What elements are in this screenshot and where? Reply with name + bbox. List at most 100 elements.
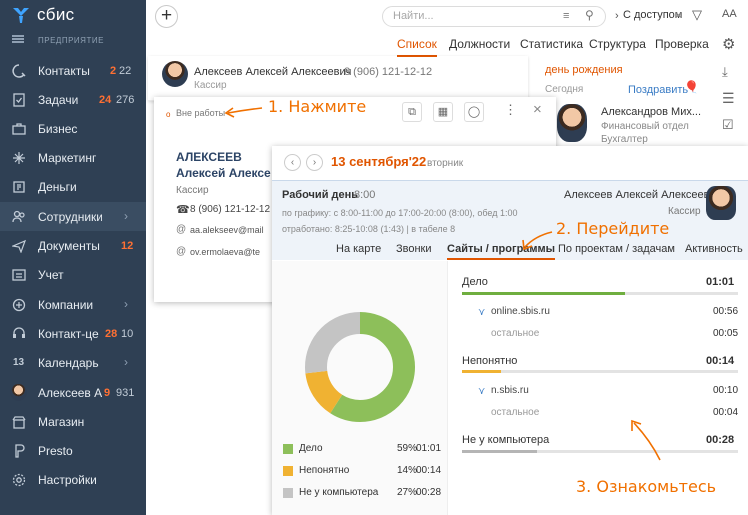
chevron-right-icon: › — [124, 297, 128, 311]
tab-list[interactable]: Список — [397, 37, 437, 57]
gear-icon[interactable]: ⚙ — [722, 35, 735, 53]
worked-text: отработано: 8:25-10:08 (1:43) | в табеле… — [282, 224, 456, 234]
birthday-header: день рождения — [545, 64, 623, 76]
sidebar-item-presto[interactable]: Presto — [0, 436, 146, 465]
prev-day-button[interactable]: ‹ — [284, 154, 301, 171]
tab-map[interactable]: На карте — [336, 243, 381, 255]
tab-structure[interactable]: Структура — [589, 37, 646, 51]
email-icon: @ — [176, 224, 187, 235]
hamburger-menu-icon[interactable] — [12, 35, 24, 43]
group-bar-fill — [462, 292, 625, 295]
presto-icon — [11, 443, 26, 458]
sidebar-item-settings[interactable]: Настройки — [0, 465, 146, 494]
create-button[interactable]: + — [155, 5, 178, 28]
download-icon[interactable]: ⤓ — [722, 64, 728, 80]
sidebar-item-label: Настройки — [38, 473, 97, 487]
list-item[interactable]: Алексеев Алексей Алексеевич 8 (906) 121-… — [148, 56, 528, 101]
total-count: 22 — [119, 65, 132, 77]
balloon-icon: 🎈 — [684, 80, 699, 94]
tab-positions[interactable]: Должности — [449, 37, 510, 51]
sbis-logo[interactable]: сбис — [12, 5, 74, 25]
chevron-down-icon[interactable]: › — [615, 10, 619, 22]
email-icon: @ — [176, 246, 187, 257]
status-link[interactable]: Вне работы — [176, 108, 225, 118]
calendar-icon: 13 — [12, 357, 25, 368]
tab-audit[interactable]: Проверка — [655, 37, 709, 51]
annotation-step2: 2. Перейдите — [556, 219, 670, 238]
sidebar-item-label: Учет — [38, 268, 64, 282]
list-view-icon[interactable]: ☰ — [722, 90, 735, 107]
sidebar-item-business[interactable]: Бизнес — [0, 114, 146, 143]
open-window-button[interactable]: ⧉ — [402, 102, 422, 122]
sidebar-item-calendar[interactable]: 13 Календарь › — [0, 348, 146, 377]
card-phone[interactable]: 8 (906) 121-12-12 — [190, 204, 270, 215]
sidebar-item-tasks[interactable]: Задачи 24 276 — [0, 85, 146, 114]
checklist-icon[interactable]: ☑ — [722, 117, 734, 133]
activity-employee: Алексеев Алексей Алексеевич — [564, 189, 722, 201]
sidebar-item-label: Документы — [38, 239, 100, 253]
site-time: 00:56 — [713, 306, 739, 317]
group-bar-track — [462, 370, 738, 373]
card-email[interactable]: ov.ermolaeva@te — [190, 247, 260, 257]
group-name[interactable]: Дело — [462, 276, 488, 288]
tab-calls[interactable]: Звонки — [396, 243, 432, 255]
group-bar-fill — [462, 370, 501, 373]
sidebar-item-money[interactable]: Деньги — [0, 172, 146, 201]
tab-sites-programs[interactable]: Сайты / программы — [447, 243, 556, 260]
site-name[interactable]: online.sbis.ru — [491, 306, 550, 317]
sidebar-item-contact-center[interactable]: Контакт-це 28 10 — [0, 319, 146, 348]
unread-count: 12 — [121, 240, 134, 252]
sidebar-item-user[interactable]: Алексеев А 9 931 — [0, 378, 146, 407]
activity-employee-role: Кассир — [668, 206, 701, 217]
close-icon[interactable]: × — [533, 101, 542, 118]
group-name[interactable]: Непонятно — [462, 355, 517, 367]
unread-count: 2 — [110, 65, 117, 77]
sidebar-item-contacts[interactable]: Контакты 2 22 — [0, 56, 146, 85]
sidebar-item-companies[interactable]: Компании › — [0, 290, 146, 319]
close-filter-icon[interactable]: × — [675, 8, 682, 22]
chevron-right-icon: › — [124, 355, 128, 369]
sbis-logo-icon — [13, 8, 29, 23]
congratulate-link[interactable]: Поздравить — [628, 84, 688, 96]
unread-count: 28 — [105, 328, 118, 340]
calculator-icon[interactable]: ▦ — [433, 102, 453, 122]
contacts-icon — [11, 63, 26, 78]
legend-swatch — [283, 466, 293, 476]
activity-donut-chart — [305, 312, 415, 422]
settings-icon — [11, 472, 26, 487]
avatar — [557, 104, 587, 142]
sidebar-item-employees[interactable]: Сотрудники › — [0, 202, 146, 231]
sidebar-item-accounting[interactable]: Учет — [0, 260, 146, 289]
filter-icon[interactable]: ▽ — [692, 7, 702, 23]
sidebar-item-label: Сотрудники — [38, 210, 102, 224]
search-icon[interactable]: ⚲ — [585, 8, 594, 22]
tab-statistics[interactable]: Статистика — [520, 37, 583, 51]
tab-activity[interactable]: Активность — [685, 243, 743, 255]
search-input[interactable]: Найти... ≡ ⚲ — [382, 6, 606, 27]
birthday-employee-name[interactable]: Александров Мих... — [601, 106, 701, 118]
site-name[interactable]: n.sbis.ru — [491, 385, 529, 396]
group-name[interactable]: Не у компьютера — [462, 434, 549, 446]
sidebar-item-marketing[interactable]: Маркетинг — [0, 143, 146, 172]
employee-name[interactable]: Алексеев Алексей Алексеевич — [194, 66, 351, 78]
brand-name: сбис — [37, 5, 75, 24]
marketing-icon — [11, 150, 26, 165]
legend-swatch — [283, 488, 293, 498]
total-count: 931 — [116, 387, 135, 399]
font-size-button[interactable]: AA — [722, 8, 737, 20]
more-icon[interactable]: ⋮ — [504, 102, 517, 118]
money-icon — [11, 179, 26, 194]
sidebar: сбис ПРЕДПРИЯТИЕ Контакты 2 22 Задачи 24… — [0, 0, 146, 515]
sidebar-item-label: Деньги — [38, 180, 77, 194]
employee-role: Кассир — [194, 80, 227, 91]
next-day-button[interactable]: › — [306, 154, 323, 171]
list-icon[interactable]: ≡ — [563, 10, 569, 22]
chat-icon[interactable]: ◯ — [464, 102, 484, 122]
sidebar-item-shop[interactable]: Магазин — [0, 407, 146, 436]
activity-date[interactable]: 13 сентября'22 — [331, 154, 426, 169]
card-email[interactable]: aa.alekseev@mail — [190, 225, 264, 235]
today-label: Сегодня — [545, 84, 584, 95]
sidebar-item-documents[interactable]: Документы 12 — [0, 231, 146, 260]
tab-projects-tasks[interactable]: По проектам / задачам — [558, 243, 675, 255]
access-filter[interactable]: С доступом — [623, 9, 682, 21]
